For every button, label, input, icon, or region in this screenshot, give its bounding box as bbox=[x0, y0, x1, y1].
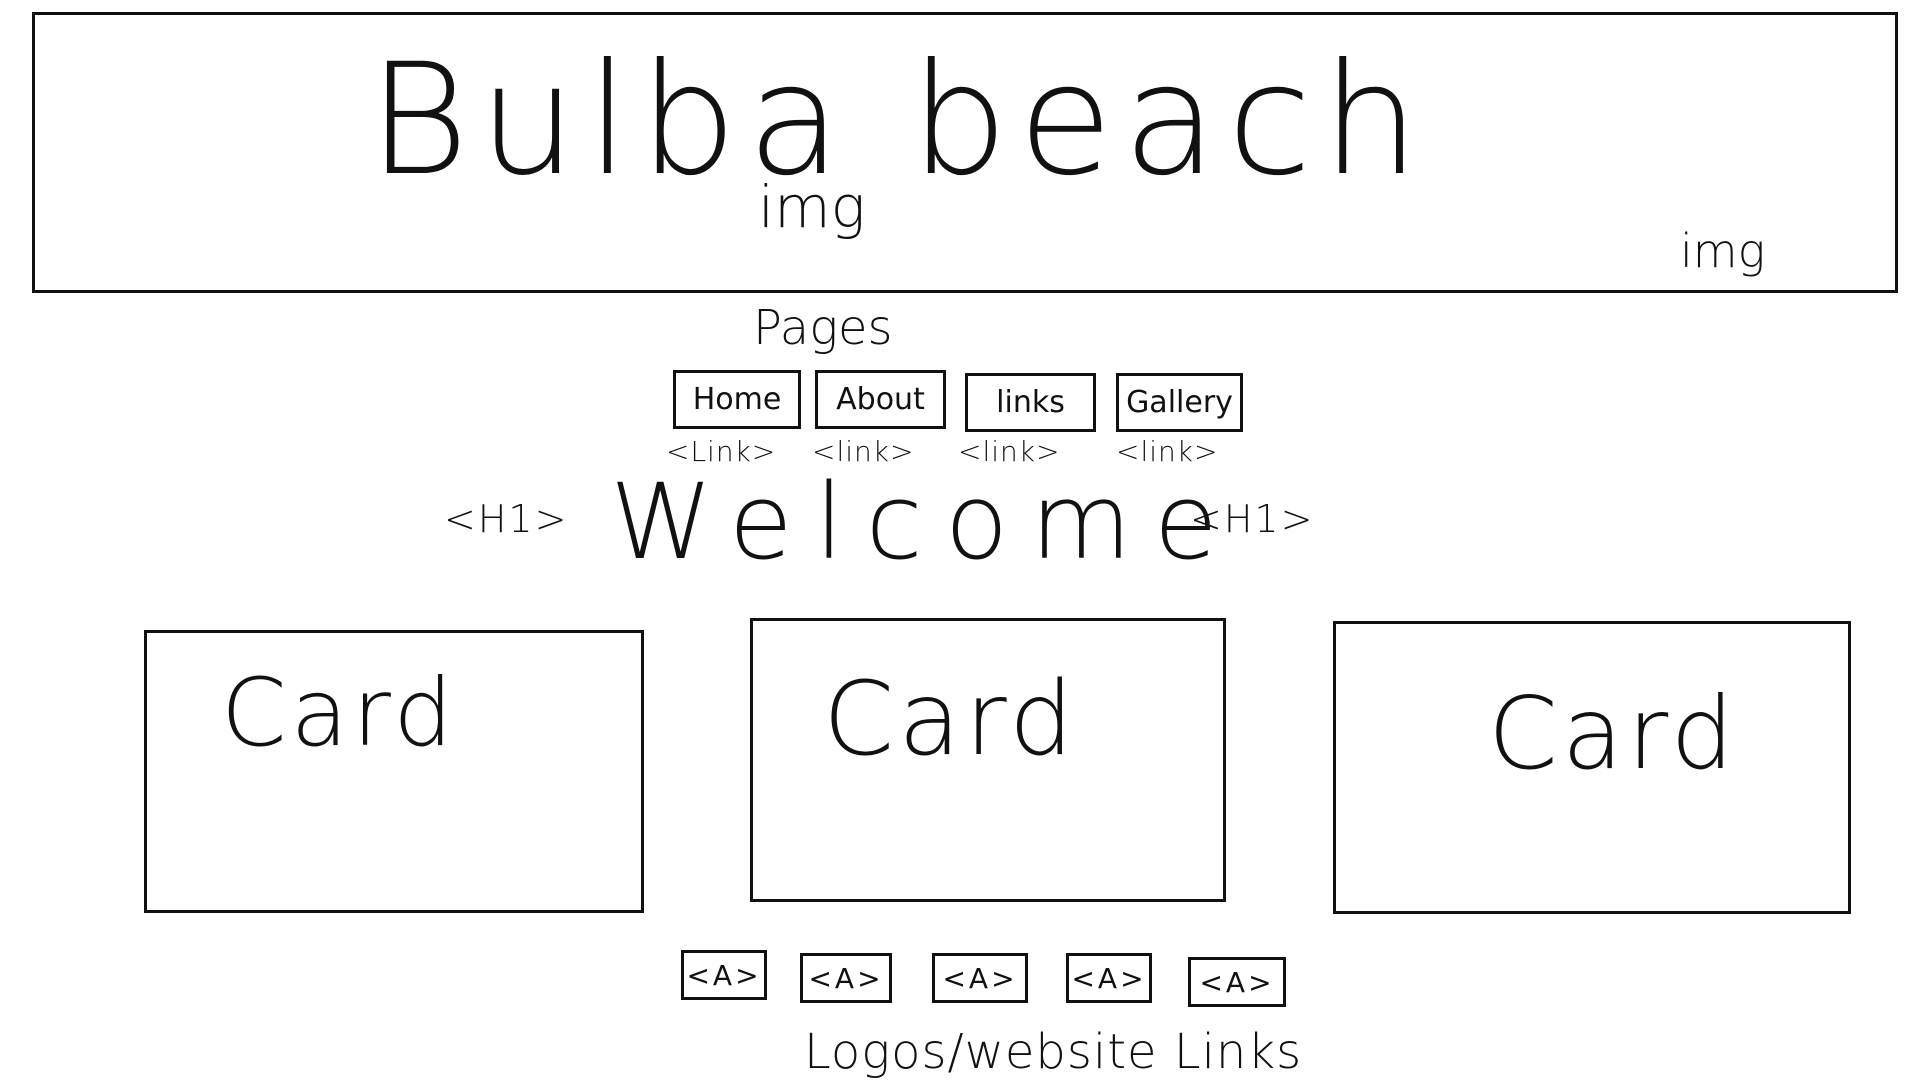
logo-link-5[interactable]: <A> bbox=[1188, 957, 1286, 1007]
logo-link-2[interactable]: <A> bbox=[800, 953, 892, 1003]
logo-link-1[interactable]: <A> bbox=[681, 950, 767, 1000]
card-3[interactable]: Card bbox=[1333, 621, 1851, 914]
nav-heading: Pages bbox=[753, 300, 893, 356]
card-title: Card bbox=[823, 660, 1078, 779]
nav-links-button[interactable]: links bbox=[965, 373, 1096, 432]
nav-about-button[interactable]: About bbox=[815, 370, 946, 429]
card-title: Card bbox=[221, 659, 457, 768]
nav-gallery-button[interactable]: Gallery bbox=[1116, 373, 1243, 432]
card-2[interactable]: Card bbox=[750, 618, 1226, 902]
card-1[interactable]: Card bbox=[144, 630, 644, 913]
h1-close-annotation: <H1> bbox=[1190, 497, 1315, 541]
site-title: Bulba beach bbox=[368, 31, 1430, 210]
footer-caption: Logos/website Links bbox=[804, 1024, 1303, 1080]
card-title: Card bbox=[1488, 675, 1738, 792]
h1-open-annotation: <H1> bbox=[444, 497, 569, 541]
corner-image-placeholder: img bbox=[1680, 224, 1766, 278]
nav-home-button[interactable]: Home bbox=[673, 370, 801, 429]
header-image-placeholder: img bbox=[758, 173, 866, 241]
welcome-heading: Welcome bbox=[610, 461, 1240, 583]
logo-link-4[interactable]: <A> bbox=[1066, 953, 1152, 1003]
logo-link-3[interactable]: <A> bbox=[932, 953, 1028, 1003]
